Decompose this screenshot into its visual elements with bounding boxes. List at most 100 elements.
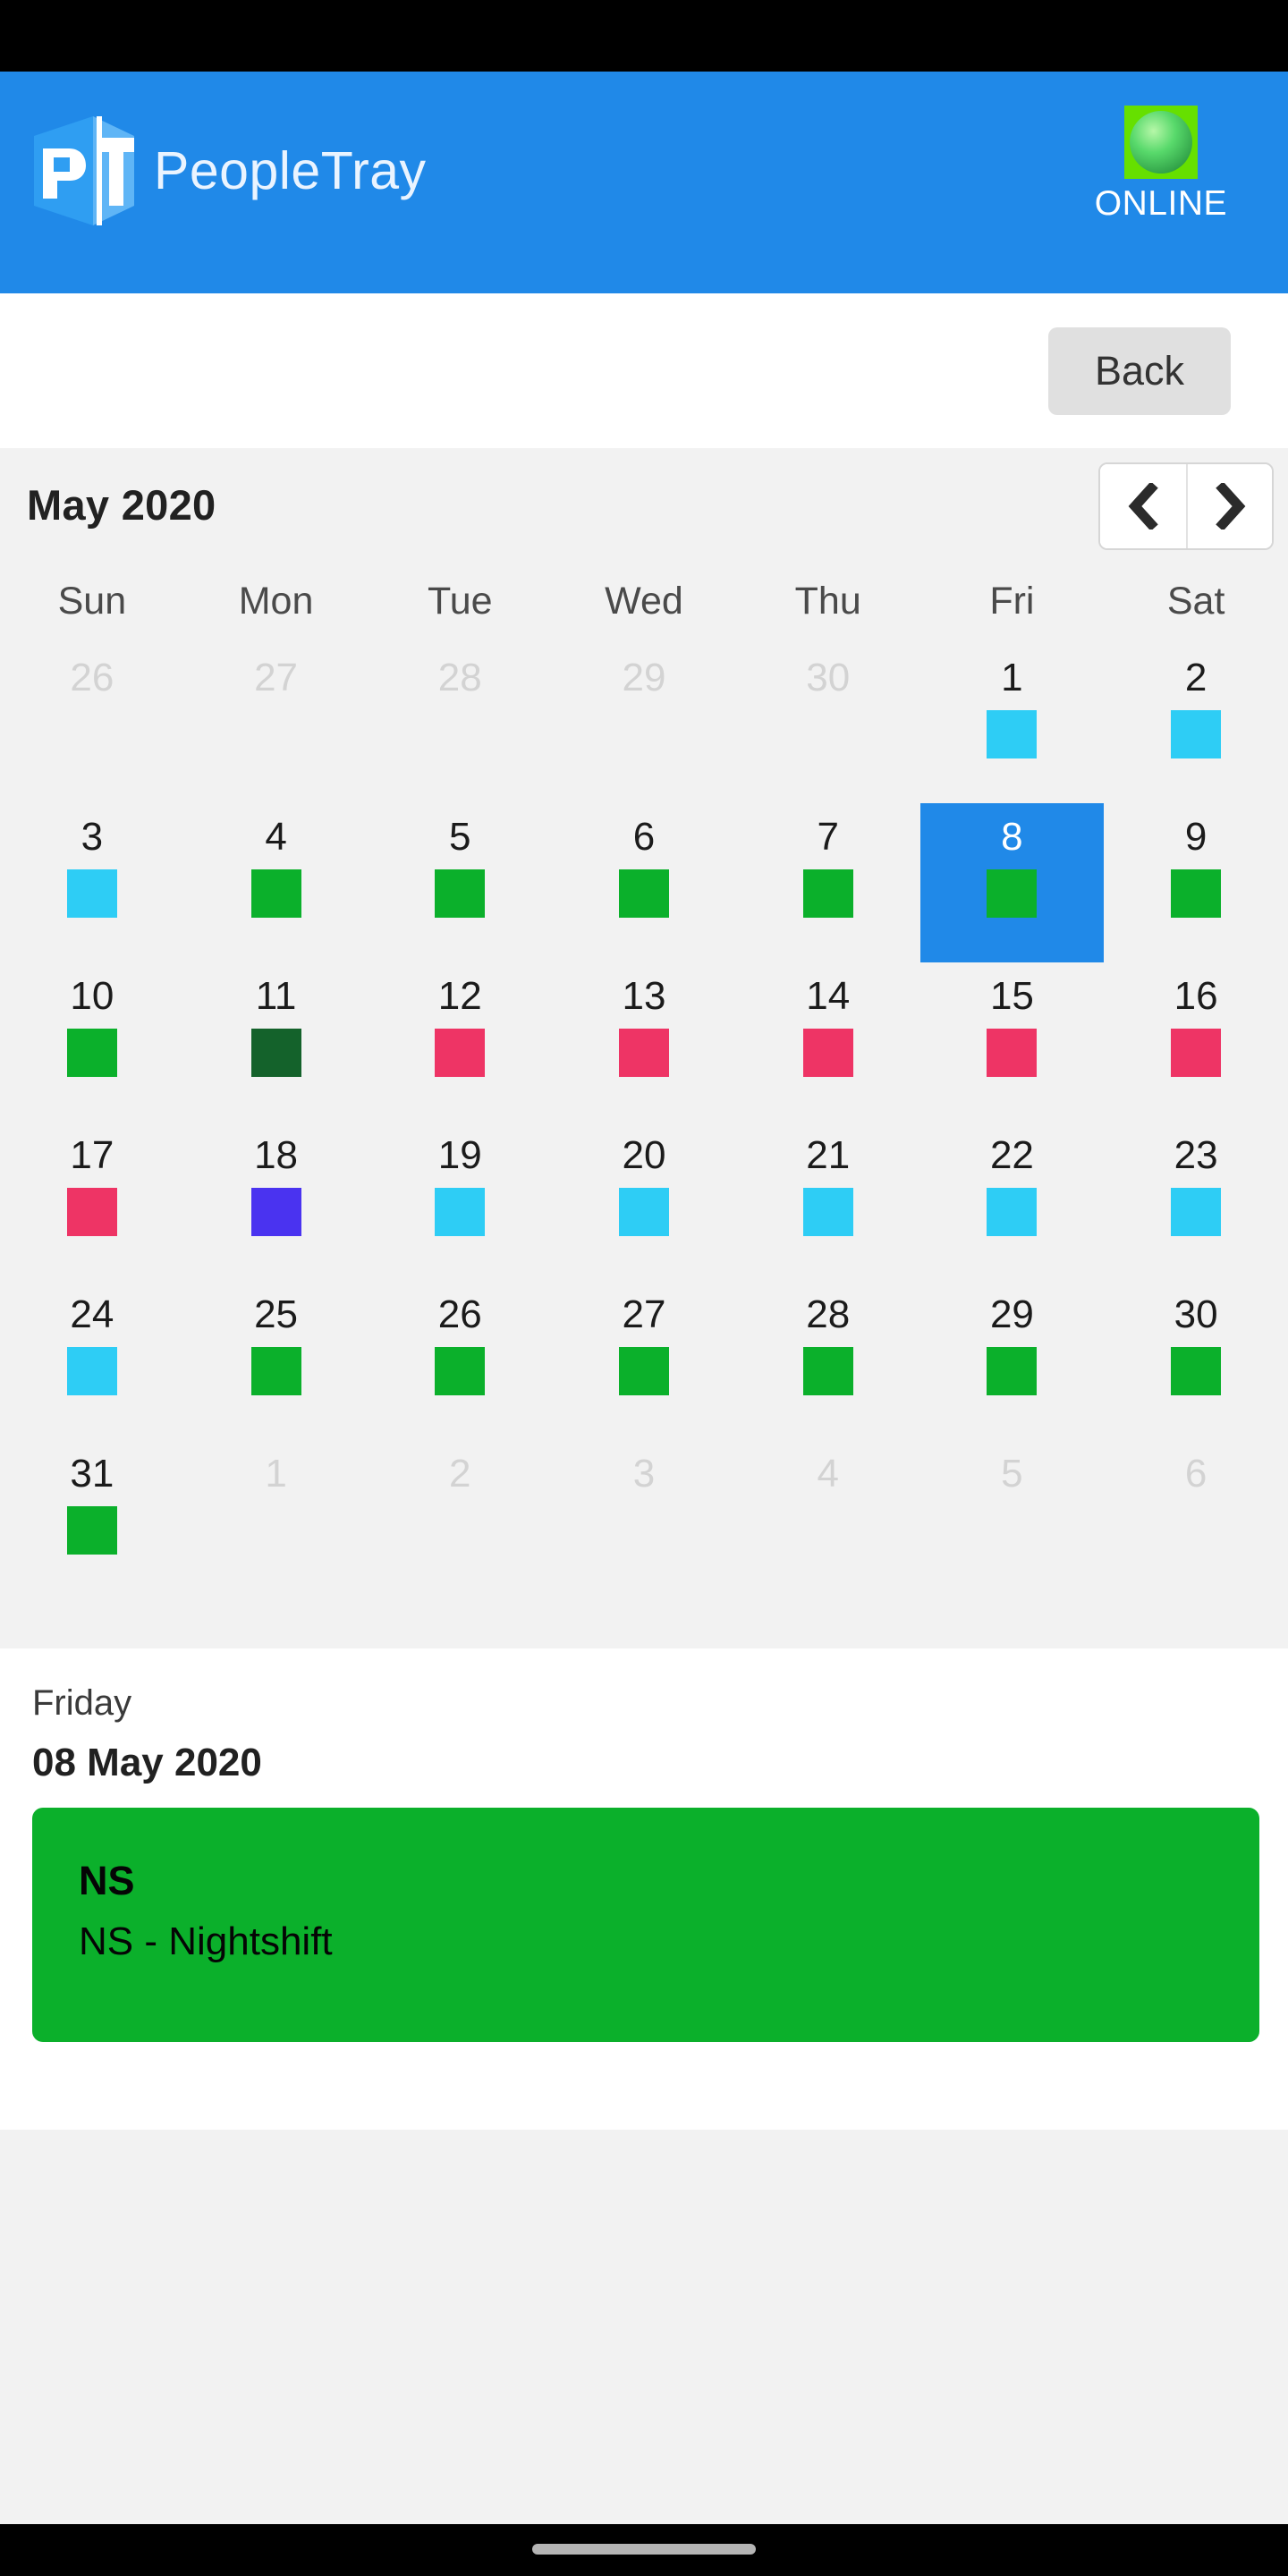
calendar-header: May 2020 xyxy=(0,448,1288,558)
calendar-day-cell[interactable]: 26 xyxy=(0,644,184,803)
calendar-day-cell[interactable]: 31 xyxy=(0,1440,184,1599)
calendar-day-cell[interactable]: 29 xyxy=(552,644,736,803)
calendar-day-cell[interactable]: 14 xyxy=(736,962,920,1122)
calendar-day-number: 31 xyxy=(70,1452,114,1496)
next-month-button[interactable] xyxy=(1186,464,1272,548)
calendar-day-number: 6 xyxy=(632,815,656,859)
calendar-day-cell[interactable]: 25 xyxy=(184,1281,369,1440)
calendar-day-number: 6 xyxy=(1184,1452,1208,1496)
calendar-day-cell[interactable]: 3 xyxy=(552,1440,736,1599)
calendar-day-cell[interactable]: 20 xyxy=(552,1122,736,1281)
calendar-day-number: 28 xyxy=(437,656,482,699)
calendar-day-cell[interactable]: 2 xyxy=(1104,644,1288,803)
calendar-day-number: 22 xyxy=(989,1133,1034,1177)
shift-marker-green xyxy=(802,1346,853,1395)
calendar-day-cell[interactable]: 12 xyxy=(368,962,552,1122)
back-button[interactable]: Back xyxy=(1048,327,1231,415)
calendar-week-row: 3 4 5 6 7 8 9 xyxy=(0,803,1288,962)
calendar-day-cell[interactable]: 13 xyxy=(552,962,736,1122)
calendar-day-cell[interactable]: 10 xyxy=(0,962,184,1122)
calendar-day-number: 27 xyxy=(622,1292,666,1336)
calendar-day-cell[interactable]: 11 xyxy=(184,962,369,1122)
shift-marker-green xyxy=(435,1346,486,1395)
calendar-day-number: 4 xyxy=(817,1452,839,1496)
calendar-day-cell[interactable]: 18 xyxy=(184,1122,369,1281)
calendar-day-cell[interactable]: 16 xyxy=(1104,962,1288,1122)
calendar-day-cell[interactable]: 4 xyxy=(184,803,369,962)
calendar-day-cell[interactable]: 30 xyxy=(736,644,920,803)
calendar-day-cell[interactable]: 15 xyxy=(920,962,1105,1122)
calendar-day-cell[interactable]: 29 xyxy=(920,1281,1105,1440)
shift-marker-green xyxy=(987,1346,1038,1395)
calendar-day-cell[interactable]: 17 xyxy=(0,1122,184,1281)
shift-card[interactable]: NS NS - Nightshift xyxy=(32,1808,1259,2042)
shift-marker-empty xyxy=(67,710,117,758)
calendar-day-cell[interactable]: 27 xyxy=(552,1281,736,1440)
shift-marker-dark_green xyxy=(250,1028,301,1077)
calendar-day-cell[interactable]: 6 xyxy=(1104,1440,1288,1599)
green-sphere-icon xyxy=(1129,111,1192,174)
shift-marker-green xyxy=(66,1028,117,1077)
day-header-sat: Sat xyxy=(1166,579,1225,623)
calendar-day-number: 5 xyxy=(1001,1452,1023,1496)
calendar-day-cell[interactable]: 24 xyxy=(0,1281,184,1440)
calendar-day-cell[interactable]: 19 xyxy=(368,1122,552,1281)
calendar-day-cell[interactable]: 6 xyxy=(552,803,736,962)
chevron-left-icon xyxy=(1123,483,1164,530)
shift-code: NS xyxy=(79,1858,135,1903)
shift-marker-cyan xyxy=(987,709,1038,758)
calendar-day-number: 19 xyxy=(437,1133,482,1177)
calendar-day-cell[interactable]: 30 xyxy=(1104,1281,1288,1440)
calendar-day-number: 30 xyxy=(1174,1292,1218,1336)
shift-marker-purple xyxy=(250,1187,301,1236)
shift-marker-cyan xyxy=(618,1187,669,1236)
system-nav-bar xyxy=(0,2524,1288,2576)
page-filler xyxy=(0,2130,1288,2524)
calendar-week-row: 24 25 26 27 28 29 30 xyxy=(0,1281,1288,1440)
calendar-day-cell[interactable]: 28 xyxy=(368,644,552,803)
calendar-day-number: 11 xyxy=(255,974,297,1018)
calendar-day-cell[interactable]: 23 xyxy=(1104,1122,1288,1281)
calendar-day-cell[interactable]: 3 xyxy=(0,803,184,962)
calendar-nav-group xyxy=(1098,462,1274,550)
calendar-day-cell[interactable]: 8 xyxy=(919,803,1105,962)
day-header-tue: Tue xyxy=(428,579,493,623)
calendar-day-cell[interactable]: 9 xyxy=(1104,803,1288,962)
calendar-day-cell[interactable]: 28 xyxy=(736,1281,920,1440)
calendar-grid: 26 27 28 29 30 1 2 3 4 5 6 7 8 9 10 11 12 13 14 15 16 17 18 19 2… xyxy=(0,644,1288,1599)
home-indicator-pill[interactable] xyxy=(532,2544,756,2555)
day-detail-panel: Friday 08 May 2020 NS NS - Nightshift xyxy=(0,1648,1288,2130)
calendar-day-cell[interactable]: 1 xyxy=(920,644,1105,803)
shift-marker-green xyxy=(250,1346,301,1395)
calendar-week-row: 17 18 19 20 21 22 23 xyxy=(0,1122,1288,1281)
calendar-day-number: 3 xyxy=(80,815,104,859)
shift-marker-cyan xyxy=(987,1187,1038,1236)
calendar-day-headers: Sun Mon Tue Wed Thu Fri Sat xyxy=(0,558,1288,644)
prev-month-button[interactable] xyxy=(1100,464,1186,548)
calendar-day-cell[interactable]: 21 xyxy=(736,1122,920,1281)
app-root: PeopleTray ONLINE Back May 2020 Sun Mon … xyxy=(0,0,1288,2576)
calendar-day-cell[interactable]: 2 xyxy=(368,1440,552,1599)
day-header-sun: Sun xyxy=(57,579,127,623)
calendar-day-number: 29 xyxy=(622,656,666,699)
system-status-bar xyxy=(0,0,1288,72)
shift-marker-empty xyxy=(1171,1506,1221,1555)
calendar-panel: May 2020 Sun Mon Tue Wed Thu Fri Sat 26 … xyxy=(0,448,1288,1648)
calendar-day-cell[interactable]: 4 xyxy=(736,1440,920,1599)
day-header-wed: Wed xyxy=(605,579,683,623)
calendar-day-number: 14 xyxy=(806,974,851,1018)
calendar-day-cell[interactable]: 27 xyxy=(184,644,369,803)
calendar-day-cell[interactable]: 1 xyxy=(184,1440,369,1599)
shift-marker-empty xyxy=(619,710,669,758)
peopletray-logo-icon xyxy=(34,116,134,225)
calendar-day-number: 28 xyxy=(806,1292,851,1336)
calendar-day-cell[interactable]: 22 xyxy=(920,1122,1105,1281)
day-header-fri: Fri xyxy=(989,579,1035,623)
shift-marker-cyan xyxy=(66,869,117,918)
online-status: ONLINE xyxy=(1095,106,1227,224)
shift-marker-empty xyxy=(803,1506,853,1555)
calendar-day-cell[interactable]: 5 xyxy=(368,803,552,962)
calendar-day-cell[interactable]: 7 xyxy=(736,803,920,962)
calendar-day-cell[interactable]: 26 xyxy=(368,1281,552,1440)
calendar-day-cell[interactable]: 5 xyxy=(920,1440,1105,1599)
